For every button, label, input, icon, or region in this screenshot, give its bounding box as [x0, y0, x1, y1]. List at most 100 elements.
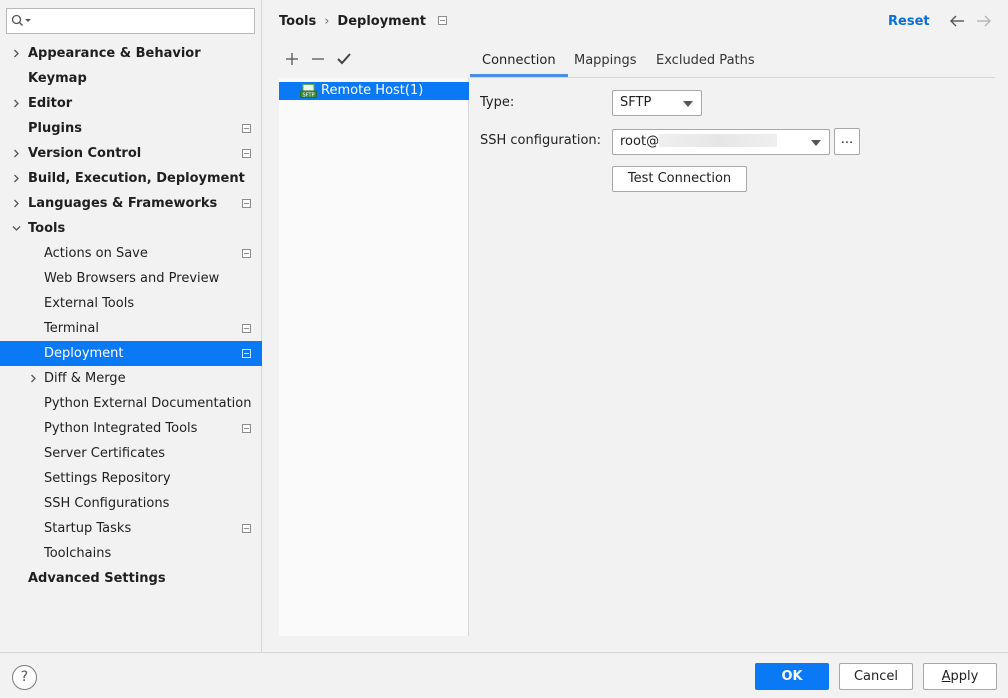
- project-scope-icon: [242, 324, 251, 333]
- chevron-right-icon[interactable]: [12, 174, 21, 183]
- sidebar-item-advanced-settings[interactable]: Advanced Settings: [0, 566, 262, 591]
- sidebar-item-keymap[interactable]: Keymap: [0, 66, 262, 91]
- sidebar-item-label: Server Certificates: [44, 446, 166, 461]
- sidebar-item-label: Startup Tasks: [44, 521, 132, 536]
- sftp-server-icon: SFTP: [300, 84, 317, 98]
- sidebar-item-label: Toolchains: [44, 546, 112, 561]
- servers-list: SFTP Remote Host(1): [279, 78, 469, 636]
- sidebar-item-label: Appearance & Behavior: [28, 46, 201, 61]
- add-icon[interactable]: [284, 51, 300, 67]
- ok-button[interactable]: OK: [755, 663, 829, 690]
- server-item-remote-host[interactable]: SFTP Remote Host(1): [279, 82, 469, 100]
- sidebar-item-editor[interactable]: Editor: [0, 91, 262, 116]
- apply-button[interactable]: Apply: [923, 663, 997, 690]
- ssh-configuration-label: SSH configuration:: [480, 133, 602, 148]
- search-field[interactable]: [6, 8, 255, 34]
- browse-ssh-button[interactable]: ...: [834, 128, 860, 155]
- sidebar-item-startup-tasks[interactable]: Startup Tasks: [0, 516, 262, 541]
- sidebar-item-tools[interactable]: Tools: [0, 216, 262, 241]
- sidebar-item-deployment[interactable]: Deployment: [0, 341, 262, 366]
- settings-tree: Appearance & Behavior Keymap Editor Plugins…: [0, 41, 262, 591]
- remove-icon[interactable]: [310, 51, 326, 67]
- sidebar-item-appearance-behavior[interactable]: Appearance & Behavior: [0, 41, 262, 66]
- cancel-button[interactable]: Cancel: [839, 663, 913, 690]
- breadcrumb-parent[interactable]: Tools: [279, 14, 316, 29]
- back-arrow-icon[interactable]: [949, 13, 965, 29]
- sidebar-item-label: Diff & Merge: [44, 371, 126, 386]
- sidebar-item-label: Build, Execution, Deployment: [28, 171, 245, 186]
- ssh-configuration-select[interactable]: root@: [612, 129, 830, 155]
- chevron-right-icon[interactable]: [12, 99, 21, 108]
- chevron-right-icon[interactable]: [12, 149, 21, 158]
- sidebar-item-ssh-configurations[interactable]: SSH Configurations: [0, 491, 262, 516]
- sidebar-item-label: Deployment: [44, 346, 124, 361]
- project-scope-icon: [242, 149, 251, 158]
- tab-mappings[interactable]: Mappings: [562, 46, 649, 77]
- sidebar-item-label: Terminal: [44, 321, 99, 336]
- sidebar-item-label: Version Control: [28, 146, 142, 161]
- redacted-host: [659, 134, 778, 147]
- sidebar-item-label: Web Browsers and Preview: [44, 271, 220, 286]
- forward-arrow-icon[interactable]: [976, 13, 992, 29]
- project-scope-icon: [242, 424, 251, 433]
- reset-button[interactable]: Reset: [888, 12, 930, 32]
- project-scope-icon: [438, 16, 448, 25]
- sidebar-item-settings-repository[interactable]: Settings Repository: [0, 466, 262, 491]
- test-connection-button[interactable]: Test Connection: [612, 166, 747, 192]
- sidebar-item-plugins[interactable]: Plugins: [0, 116, 262, 141]
- project-scope-icon: [242, 199, 251, 208]
- sidebar-item-label: Plugins: [28, 121, 82, 136]
- sidebar-item-label: Python External Documentation: [44, 396, 252, 411]
- svg-text:SFTP: SFTP: [302, 93, 314, 98]
- sidebar-item-build-execution-deployment[interactable]: Build, Execution, Deployment: [0, 166, 262, 191]
- sidebar-item-actions-on-save[interactable]: Actions on Save: [0, 241, 262, 266]
- type-value: SFTP: [620, 95, 652, 110]
- server-item-label: Remote Host(1): [321, 83, 424, 98]
- project-scope-icon: [242, 249, 251, 258]
- breadcrumb-current: Deployment: [337, 14, 427, 29]
- breadcrumb: Tools › Deployment: [279, 12, 448, 32]
- sidebar-item-label: Editor: [28, 96, 73, 111]
- sidebar-item-external-tools[interactable]: External Tools: [0, 291, 262, 316]
- sidebar-item-version-control[interactable]: Version Control: [0, 141, 262, 166]
- sidebar-item-web-browsers-and-preview[interactable]: Web Browsers and Preview: [0, 266, 262, 291]
- servers-toolbar: [279, 46, 469, 74]
- settings-sidebar: Appearance & Behavior Keymap Editor Plugins…: [0, 0, 262, 652]
- sidebar-item-toolchains[interactable]: Toolchains: [0, 541, 262, 566]
- project-scope-icon: [242, 349, 251, 358]
- sidebar-item-diff-merge[interactable]: Diff & Merge: [0, 366, 262, 391]
- sidebar-item-python-integrated-tools[interactable]: Python Integrated Tools: [0, 416, 262, 441]
- help-icon[interactable]: ?: [12, 665, 37, 690]
- sidebar-item-label: Settings Repository: [44, 471, 171, 486]
- chevron-right-icon[interactable]: [12, 199, 21, 208]
- project-scope-icon: [242, 124, 251, 133]
- check-icon[interactable]: [336, 51, 352, 67]
- sidebar-item-label: External Tools: [44, 296, 135, 311]
- type-select[interactable]: SFTP: [612, 90, 702, 116]
- sidebar-item-label: Keymap: [28, 71, 87, 86]
- chevron-down-icon: [683, 101, 693, 107]
- chevron-right-icon[interactable]: [12, 49, 21, 58]
- server-tabs: Connection Mappings Excluded Paths: [470, 46, 995, 78]
- project-scope-icon: [242, 524, 251, 533]
- sidebar-item-label: Python Integrated Tools: [44, 421, 198, 436]
- chevron-down-icon: [811, 140, 821, 146]
- sidebar-item-label: Languages & Frameworks: [28, 196, 218, 211]
- sidebar-item-label: Actions on Save: [44, 246, 148, 261]
- sidebar-item-python-external-documentation[interactable]: Python External Documentation: [0, 391, 262, 416]
- search-input[interactable]: [35, 11, 250, 31]
- sidebar-item-label: Advanced Settings: [28, 571, 166, 586]
- breadcrumb-separator: ›: [324, 14, 330, 29]
- sidebar-item-server-certificates[interactable]: Server Certificates: [0, 441, 262, 466]
- sidebar-item-label: Tools: [28, 221, 66, 236]
- sidebar-item-terminal[interactable]: Terminal: [0, 316, 262, 341]
- ssh-configuration-value: root@: [620, 134, 660, 149]
- chevron-down-icon[interactable]: [12, 224, 21, 233]
- chevron-right-icon[interactable]: [29, 374, 38, 383]
- sidebar-item-languages-frameworks[interactable]: Languages & Frameworks: [0, 191, 262, 216]
- dialog-footer: ? OK Cancel Apply: [0, 652, 1008, 698]
- tab-excluded-paths[interactable]: Excluded Paths: [644, 46, 767, 77]
- tab-connection[interactable]: Connection: [470, 46, 568, 77]
- sidebar-item-label: SSH Configurations: [44, 496, 170, 511]
- type-label: Type:: [480, 95, 515, 110]
